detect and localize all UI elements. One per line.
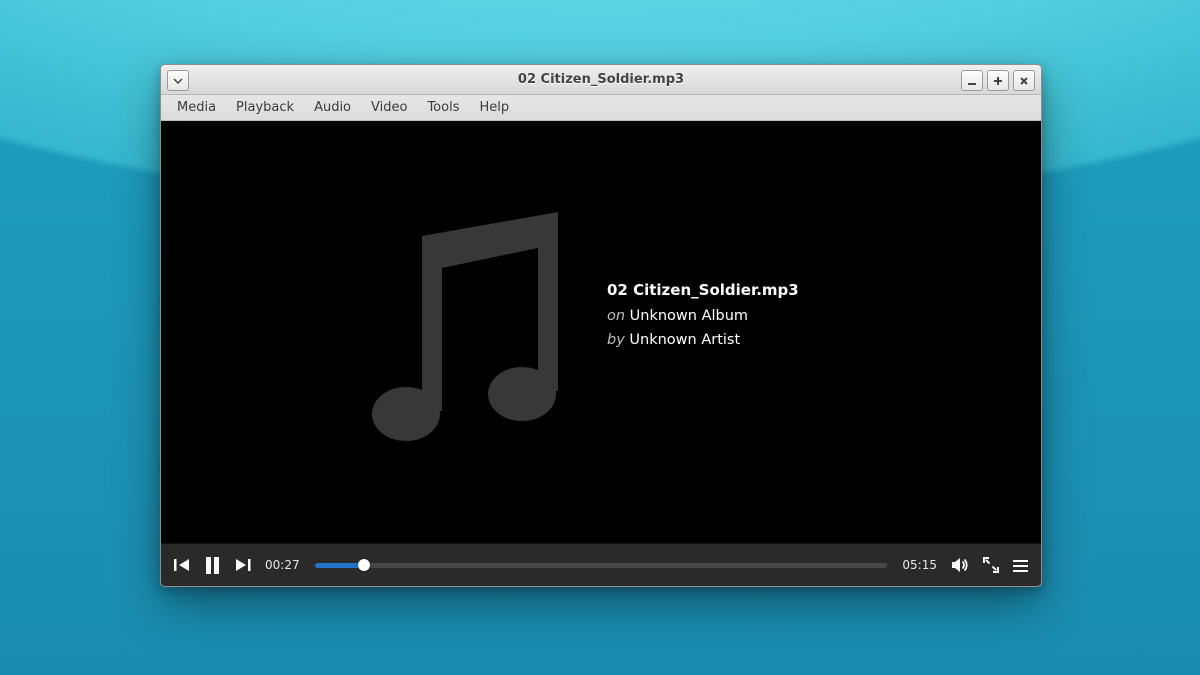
desktop: 02 Citizen_Soldier.mp3 Media Playback Au… bbox=[0, 0, 1200, 675]
media-player-window: 02 Citizen_Soldier.mp3 Media Playback Au… bbox=[160, 64, 1042, 587]
titlebar: 02 Citizen_Soldier.mp3 bbox=[161, 65, 1041, 95]
album-line: on Unknown Album bbox=[607, 304, 799, 329]
track-title: 02 Citizen_Soldier.mp3 bbox=[607, 278, 799, 304]
video-area: 02 Citizen_Soldier.mp3 on Unknown Album … bbox=[161, 121, 1041, 543]
artist-name: Unknown Artist bbox=[629, 332, 740, 348]
now-playing-metadata: 02 Citizen_Soldier.mp3 on Unknown Album … bbox=[607, 278, 799, 353]
menu-media[interactable]: Media bbox=[167, 97, 226, 118]
total-time: 05:15 bbox=[901, 558, 937, 572]
window-menu-button[interactable] bbox=[167, 70, 189, 91]
album-prefix: on bbox=[607, 308, 630, 324]
volume-icon bbox=[951, 557, 969, 573]
skip-next-icon bbox=[234, 558, 251, 572]
chevron-down-icon bbox=[173, 78, 183, 84]
playlist-button[interactable] bbox=[1013, 559, 1028, 572]
album-name: Unknown Album bbox=[630, 308, 748, 324]
playlist-icon bbox=[1013, 559, 1028, 572]
player-controls: 00:27 05:15 bbox=[161, 543, 1041, 586]
previous-button[interactable] bbox=[174, 558, 191, 572]
close-icon bbox=[1019, 76, 1029, 86]
window-title: 02 Citizen_Soldier.mp3 bbox=[161, 72, 1041, 87]
menu-video[interactable]: Video bbox=[361, 97, 417, 118]
maximize-icon bbox=[993, 76, 1003, 86]
minimize-button[interactable] bbox=[961, 70, 983, 91]
menu-tools[interactable]: Tools bbox=[417, 97, 469, 118]
artist-line: by Unknown Artist bbox=[607, 328, 799, 353]
menu-playback[interactable]: Playback bbox=[226, 97, 304, 118]
seek-thumb[interactable] bbox=[358, 559, 370, 571]
close-button[interactable] bbox=[1013, 70, 1035, 91]
maximize-button[interactable] bbox=[987, 70, 1009, 91]
menu-audio[interactable]: Audio bbox=[304, 97, 361, 118]
pause-icon bbox=[205, 557, 220, 574]
fullscreen-button[interactable] bbox=[983, 557, 999, 573]
fullscreen-icon bbox=[983, 557, 999, 573]
minimize-icon bbox=[967, 76, 977, 86]
seek-track bbox=[315, 563, 887, 568]
menubar: Media Playback Audio Video Tools Help bbox=[161, 95, 1041, 121]
artist-prefix: by bbox=[607, 332, 629, 348]
next-button[interactable] bbox=[234, 558, 251, 572]
volume-button[interactable] bbox=[951, 557, 969, 573]
menu-help[interactable]: Help bbox=[469, 97, 519, 118]
seek-bar[interactable] bbox=[315, 557, 887, 573]
current-time: 00:27 bbox=[265, 558, 301, 572]
seek-fill bbox=[315, 563, 364, 568]
skip-previous-icon bbox=[174, 558, 191, 572]
music-note-icon bbox=[366, 196, 581, 471]
play-pause-button[interactable] bbox=[205, 557, 220, 574]
